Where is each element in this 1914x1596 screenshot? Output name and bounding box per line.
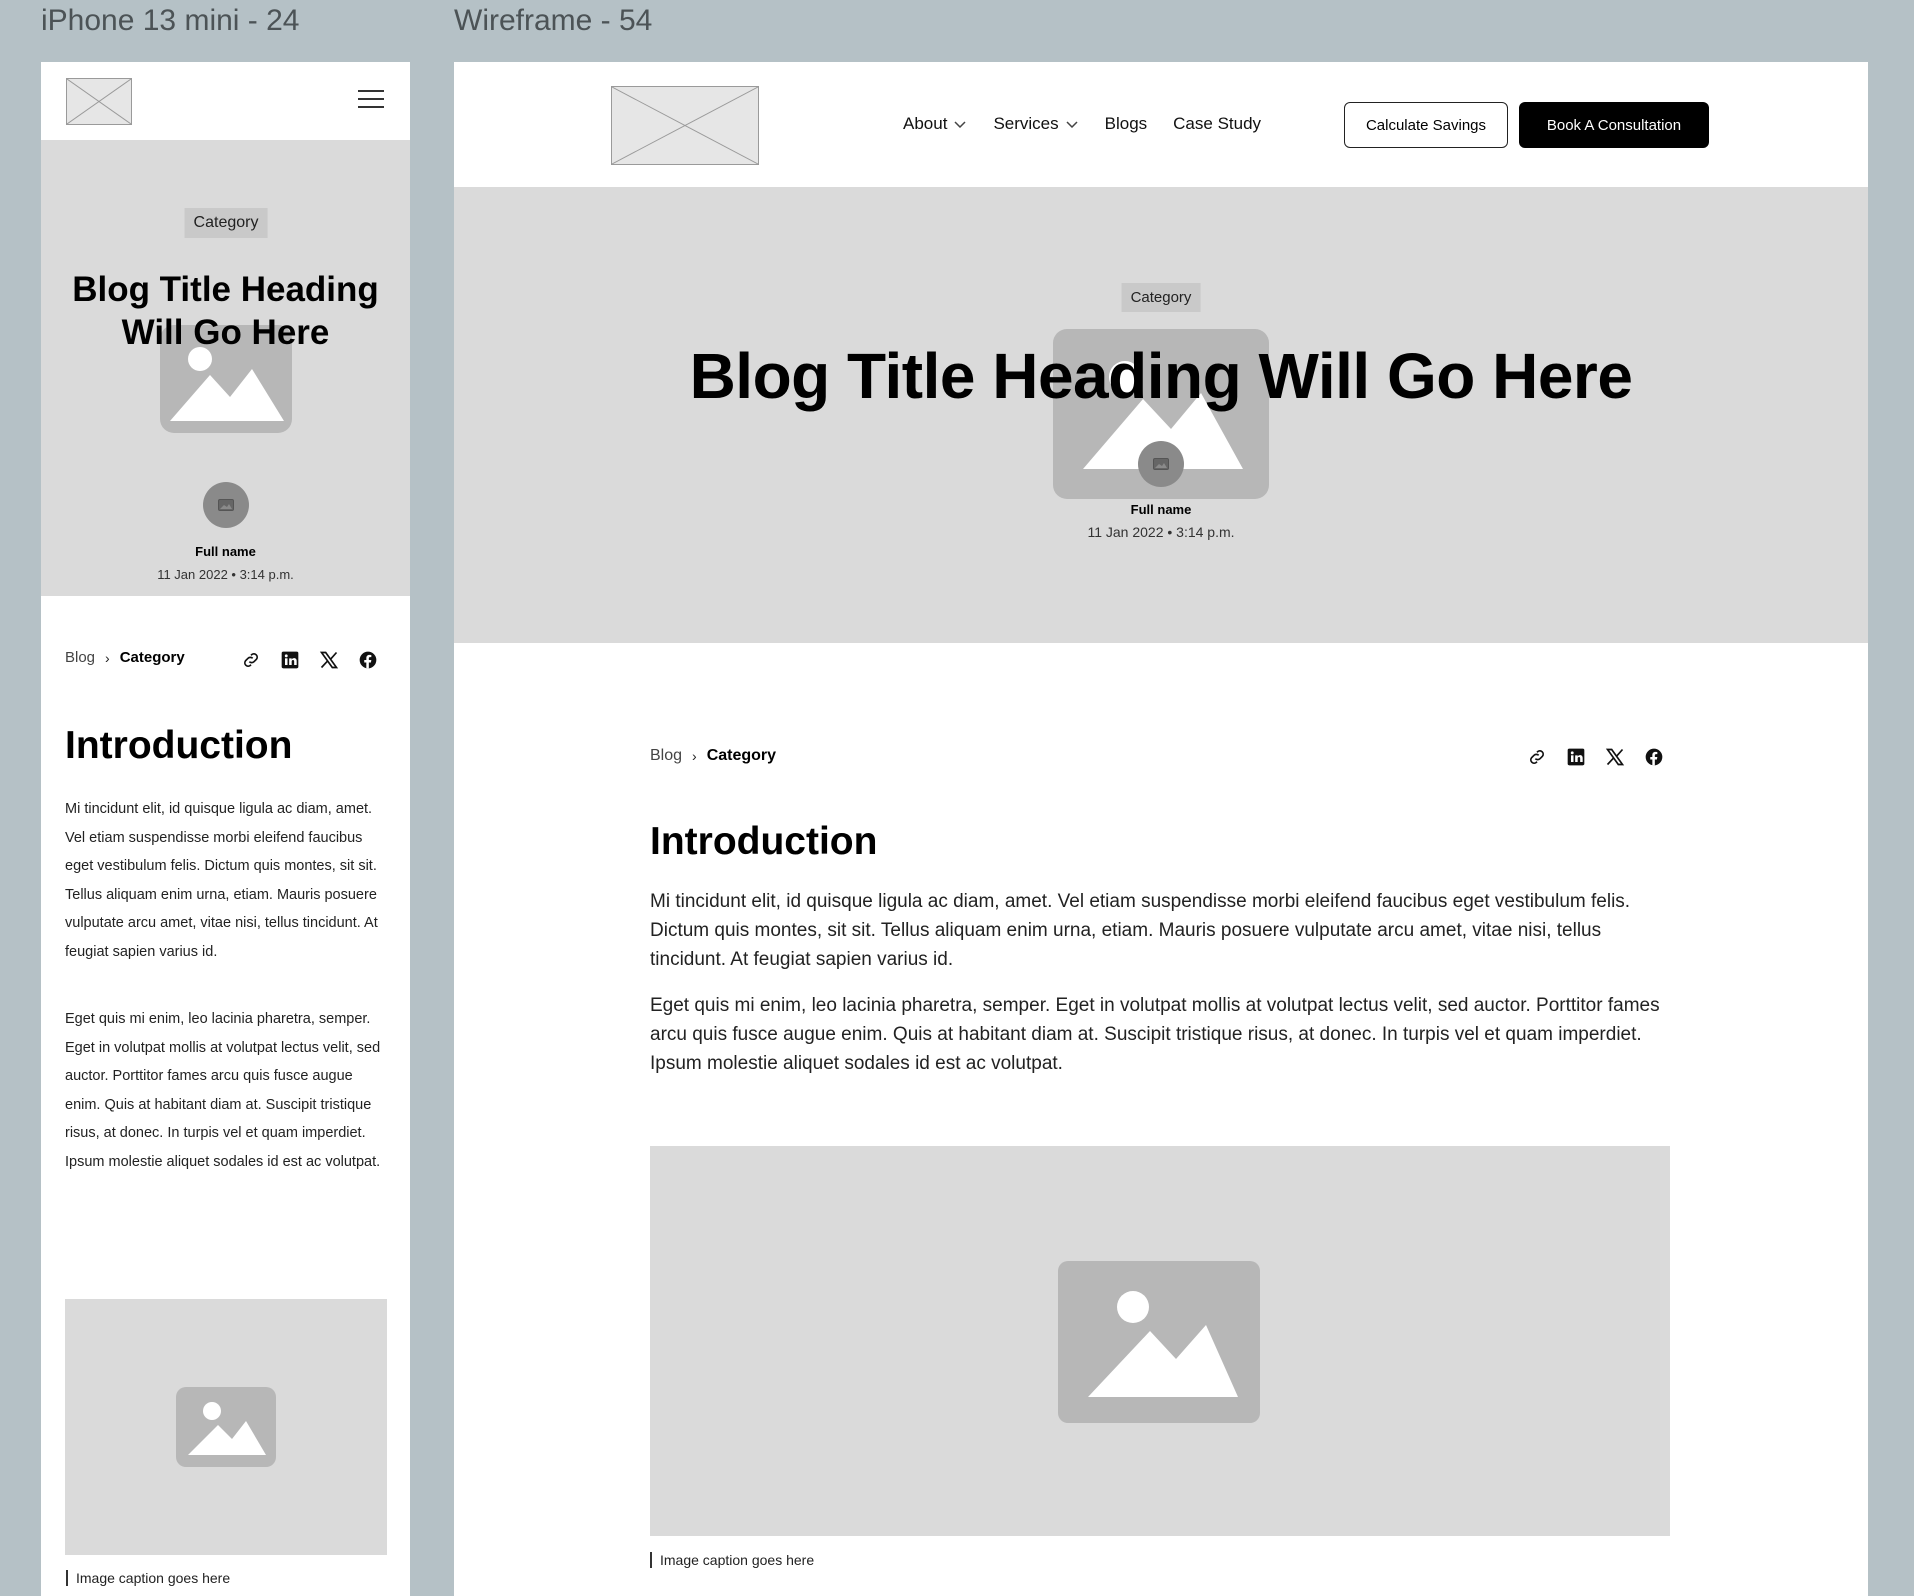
intro-paragraph-1: Mi tincidunt elit, id quisque ligula ac … [65, 801, 378, 960]
facebook-icon[interactable] [1642, 745, 1666, 769]
nav-item-label: Blogs [1104, 114, 1148, 133]
breadcrumb-category[interactable]: Category [120, 649, 185, 666]
calculate-savings-button[interactable]: Calculate Savings [1344, 102, 1508, 148]
x-icon[interactable] [317, 648, 341, 672]
mobile-header [41, 62, 410, 140]
blog-title: Blog Title Heading Will Go Here [72, 270, 379, 352]
link-icon[interactable] [239, 648, 263, 672]
publish-date: 11 Jan 2022 • 3:14 p.m. [157, 567, 294, 582]
category-badge[interactable]: Category [1121, 283, 1201, 312]
facebook-icon[interactable] [356, 648, 380, 672]
breadcrumb-blog-link[interactable]: Blog [65, 649, 95, 666]
image-caption: Image caption goes here [66, 1570, 230, 1586]
share-icons [1525, 745, 1666, 769]
category-badge[interactable]: Category [184, 208, 268, 238]
desktop-frame-label: Wireframe - 54 [454, 4, 653, 37]
main-nav: About Services Blogs Case Study [903, 114, 1261, 134]
desktop-header: About Services Blogs Case Study Calculat… [454, 62, 1868, 187]
desktop-hero: Category Blog Title Heading Will Go Here… [454, 187, 1868, 643]
author-name: Full name [1130, 502, 1192, 517]
intro-paragraph-2: Eget quis mi enim, leo lacinia pharetra,… [65, 1011, 381, 1170]
breadcrumb: Blog › Category [650, 747, 776, 765]
intro-heading: Introduction [65, 724, 293, 767]
image-placeholder-icon [1058, 1261, 1260, 1423]
blog-title: Blog Title Heading Will Go Here [689, 340, 1633, 412]
nav-item-case-study[interactable]: Case Study [1173, 114, 1261, 134]
linkedin-icon[interactable] [1564, 745, 1588, 769]
intro-heading: Introduction [650, 820, 878, 863]
nav-item-label: Case Study [1173, 114, 1262, 133]
image-caption: Image caption goes here [650, 1552, 814, 1568]
logo-placeholder[interactable] [66, 78, 132, 125]
nav-item-services[interactable]: Services [993, 114, 1078, 134]
logo-placeholder[interactable] [611, 86, 759, 165]
nav-item-label: About [903, 114, 948, 133]
nav-item-about[interactable]: About [903, 114, 967, 134]
author-avatar [203, 482, 249, 528]
content-image-placeholder [65, 1299, 387, 1555]
desktop-frame: About Services Blogs Case Study Calculat… [454, 62, 1868, 1596]
link-icon[interactable] [1525, 745, 1549, 769]
intro-paragraph-1: Mi tincidunt elit, id quisque ligula ac … [650, 891, 1631, 970]
x-icon[interactable] [1603, 745, 1627, 769]
intro-paragraph-2: Eget quis mi enim, leo lacinia pharetra,… [650, 995, 1660, 1074]
content-image-placeholder [650, 1146, 1670, 1536]
author-name: Full name [195, 544, 256, 559]
breadcrumb: Blog › Category [65, 649, 185, 666]
mobile-hero: Category Blog Title Heading Will Go Here… [41, 140, 410, 596]
mobile-frame-label: iPhone 13 mini - 24 [41, 4, 300, 37]
publish-date: 11 Jan 2022 • 3:14 p.m. [1087, 524, 1235, 540]
image-icon [1153, 458, 1169, 470]
image-placeholder-icon [176, 1387, 276, 1467]
book-consultation-button[interactable]: Book A Consultation [1519, 102, 1709, 148]
author-avatar [1138, 441, 1184, 487]
share-icons [239, 648, 380, 672]
hamburger-menu-icon[interactable] [358, 90, 384, 112]
image-icon [218, 499, 234, 511]
chevron-right-icon: › [692, 748, 697, 764]
chevron-right-icon: › [105, 649, 110, 666]
nav-item-blogs[interactable]: Blogs [1105, 114, 1148, 134]
nav-item-label: Services [993, 114, 1059, 133]
mobile-frame: Category Blog Title Heading Will Go Here… [41, 62, 410, 1596]
chevron-down-icon [954, 121, 966, 129]
chevron-down-icon [1066, 121, 1078, 129]
linkedin-icon[interactable] [278, 648, 302, 672]
breadcrumb-blog-link[interactable]: Blog [650, 747, 682, 765]
breadcrumb-category[interactable]: Category [707, 747, 776, 765]
